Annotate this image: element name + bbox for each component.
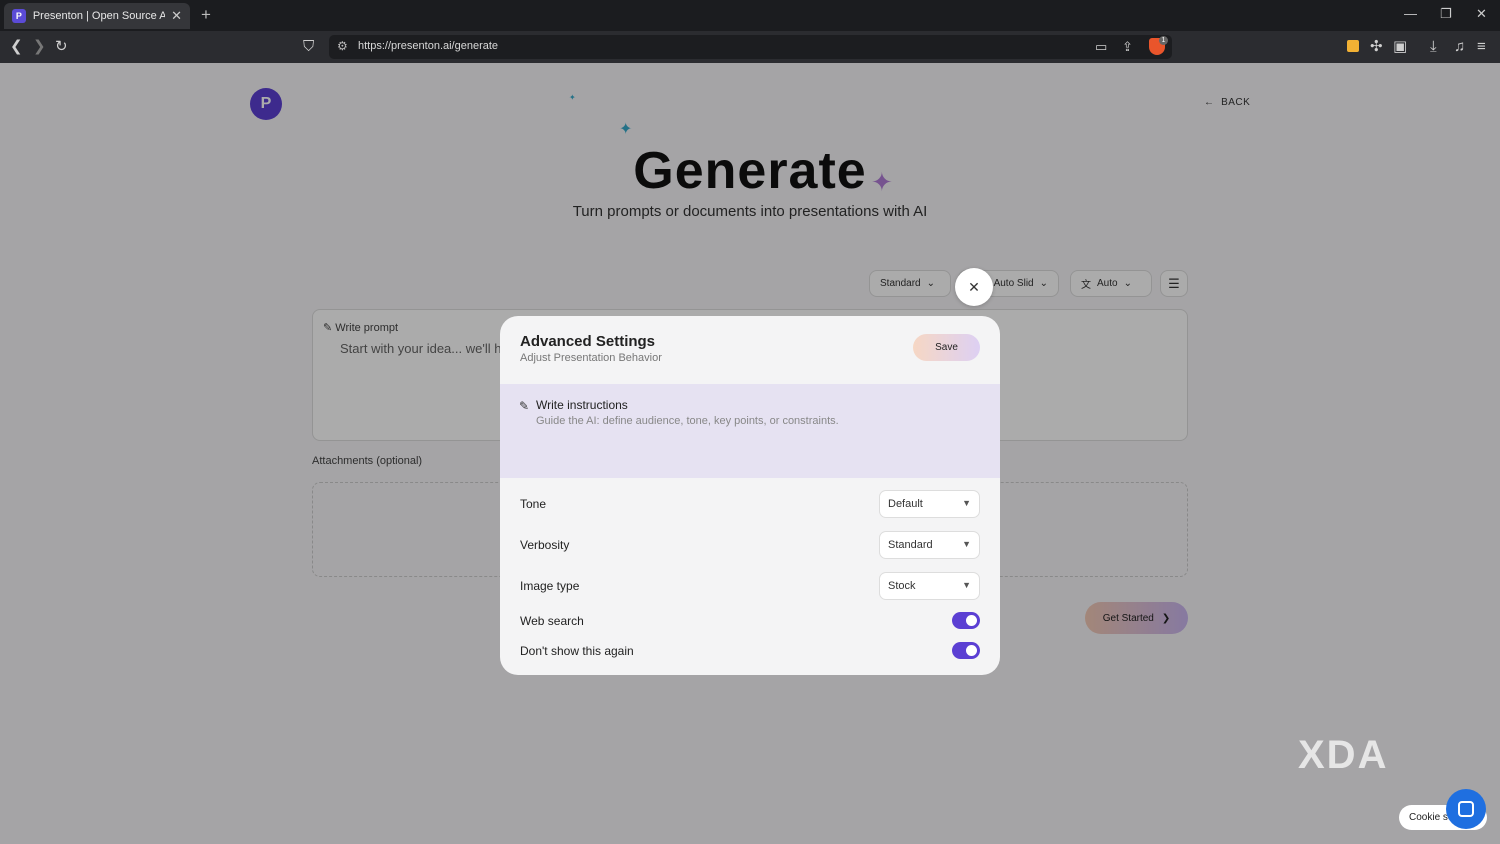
image-type-select[interactable]: Stock ▼ bbox=[879, 572, 980, 600]
browser-toolbar: ❮ ❯ ↻ ⛉ ⚙ https://presenton.ai/generate … bbox=[0, 31, 1500, 63]
close-modal-button[interactable]: ✕ bbox=[955, 268, 993, 306]
extension-icon[interactable] bbox=[1347, 40, 1359, 52]
restore-icon[interactable]: ❐ bbox=[1440, 6, 1452, 22]
instructions-textarea[interactable]: ✎ Write instructions Guide the AI: defin… bbox=[500, 384, 1000, 478]
dont-show-toggle[interactable] bbox=[952, 642, 980, 659]
shield-count-badge: 1 bbox=[1159, 36, 1168, 45]
site-settings-icon[interactable]: ⚙ bbox=[337, 39, 348, 53]
image-type-label: Image type bbox=[520, 579, 580, 593]
share-icon[interactable]: ⇪ bbox=[1122, 38, 1133, 56]
instructions-title: Write instructions bbox=[536, 398, 628, 412]
pencil-icon: ✎ bbox=[519, 399, 530, 413]
tab-title: Presenton | Open Source AI pres bbox=[32, 10, 166, 22]
page: P ← BACK ✦ ✦ ✦ Generate Turn prompts or … bbox=[0, 63, 1500, 844]
close-icon: ✕ bbox=[968, 278, 980, 295]
puzzle-icon[interactable]: ✣ bbox=[1370, 38, 1383, 56]
reload-icon[interactable]: ↻ bbox=[55, 38, 68, 56]
download-icon[interactable]: ⤓ bbox=[1430, 38, 1437, 56]
advanced-settings-modal: Advanced Settings Adjust Presentation Be… bbox=[500, 316, 1000, 675]
presenton-favicon-icon: P bbox=[12, 9, 26, 23]
bookmark-icon[interactable]: ⛉ bbox=[303, 38, 314, 56]
save-button[interactable]: Save bbox=[913, 334, 980, 361]
verbosity-select-modal[interactable]: Standard ▼ bbox=[879, 531, 980, 559]
chat-launcher-button[interactable] bbox=[1446, 789, 1486, 829]
forward-arrow-icon[interactable]: ❯ bbox=[33, 38, 46, 56]
window-close-icon[interactable]: ✕ bbox=[1476, 6, 1487, 22]
image-type-value: Stock bbox=[888, 580, 916, 592]
minimize-icon[interactable]: — bbox=[1404, 6, 1417, 21]
tone-label: Tone bbox=[520, 497, 547, 511]
menu-icon[interactable]: ≡ bbox=[1477, 38, 1486, 56]
tab-close-icon[interactable]: ✕ bbox=[171, 8, 182, 24]
toggle-knob bbox=[966, 615, 977, 626]
modal-subtitle: Adjust Presentation Behavior bbox=[520, 352, 662, 364]
tone-value: Default bbox=[888, 498, 923, 510]
url-text[interactable]: https://presenton.ai/generate bbox=[358, 40, 498, 52]
browser-tab[interactable]: P Presenton | Open Source AI pres ✕ bbox=[4, 3, 190, 29]
web-search-label: Web search bbox=[520, 614, 584, 628]
media-icon[interactable]: ♫ bbox=[1454, 38, 1465, 56]
tone-select[interactable]: Default ▼ bbox=[879, 490, 980, 518]
chevron-down-icon: ▼ bbox=[962, 539, 971, 549]
chevron-down-icon: ▼ bbox=[962, 498, 971, 508]
chat-icon bbox=[1458, 801, 1474, 817]
browser-tabbar: P Presenton | Open Source AI pres ✕ + — … bbox=[0, 0, 1500, 31]
chevron-down-icon: ▼ bbox=[962, 580, 971, 590]
verbosity-label: Verbosity bbox=[520, 538, 570, 552]
modal-title: Advanced Settings bbox=[520, 333, 656, 350]
xda-watermark: XDA bbox=[1298, 733, 1389, 777]
instructions-placeholder: Guide the AI: define audience, tone, key… bbox=[536, 415, 839, 427]
web-search-toggle[interactable] bbox=[952, 612, 980, 629]
address-bar[interactable]: ⚙ https://presenton.ai/generate ▭ ⇪ 1 bbox=[329, 35, 1172, 59]
verbosity-value: Standard bbox=[888, 539, 933, 551]
new-tab-button[interactable]: + bbox=[201, 5, 211, 25]
sidebar-icon[interactable]: ▣ bbox=[1393, 38, 1407, 56]
back-arrow-icon[interactable]: ❮ bbox=[10, 38, 23, 56]
dont-show-label: Don't show this again bbox=[520, 644, 634, 658]
cast-icon[interactable]: ▭ bbox=[1095, 38, 1107, 56]
toggle-knob bbox=[966, 645, 977, 656]
